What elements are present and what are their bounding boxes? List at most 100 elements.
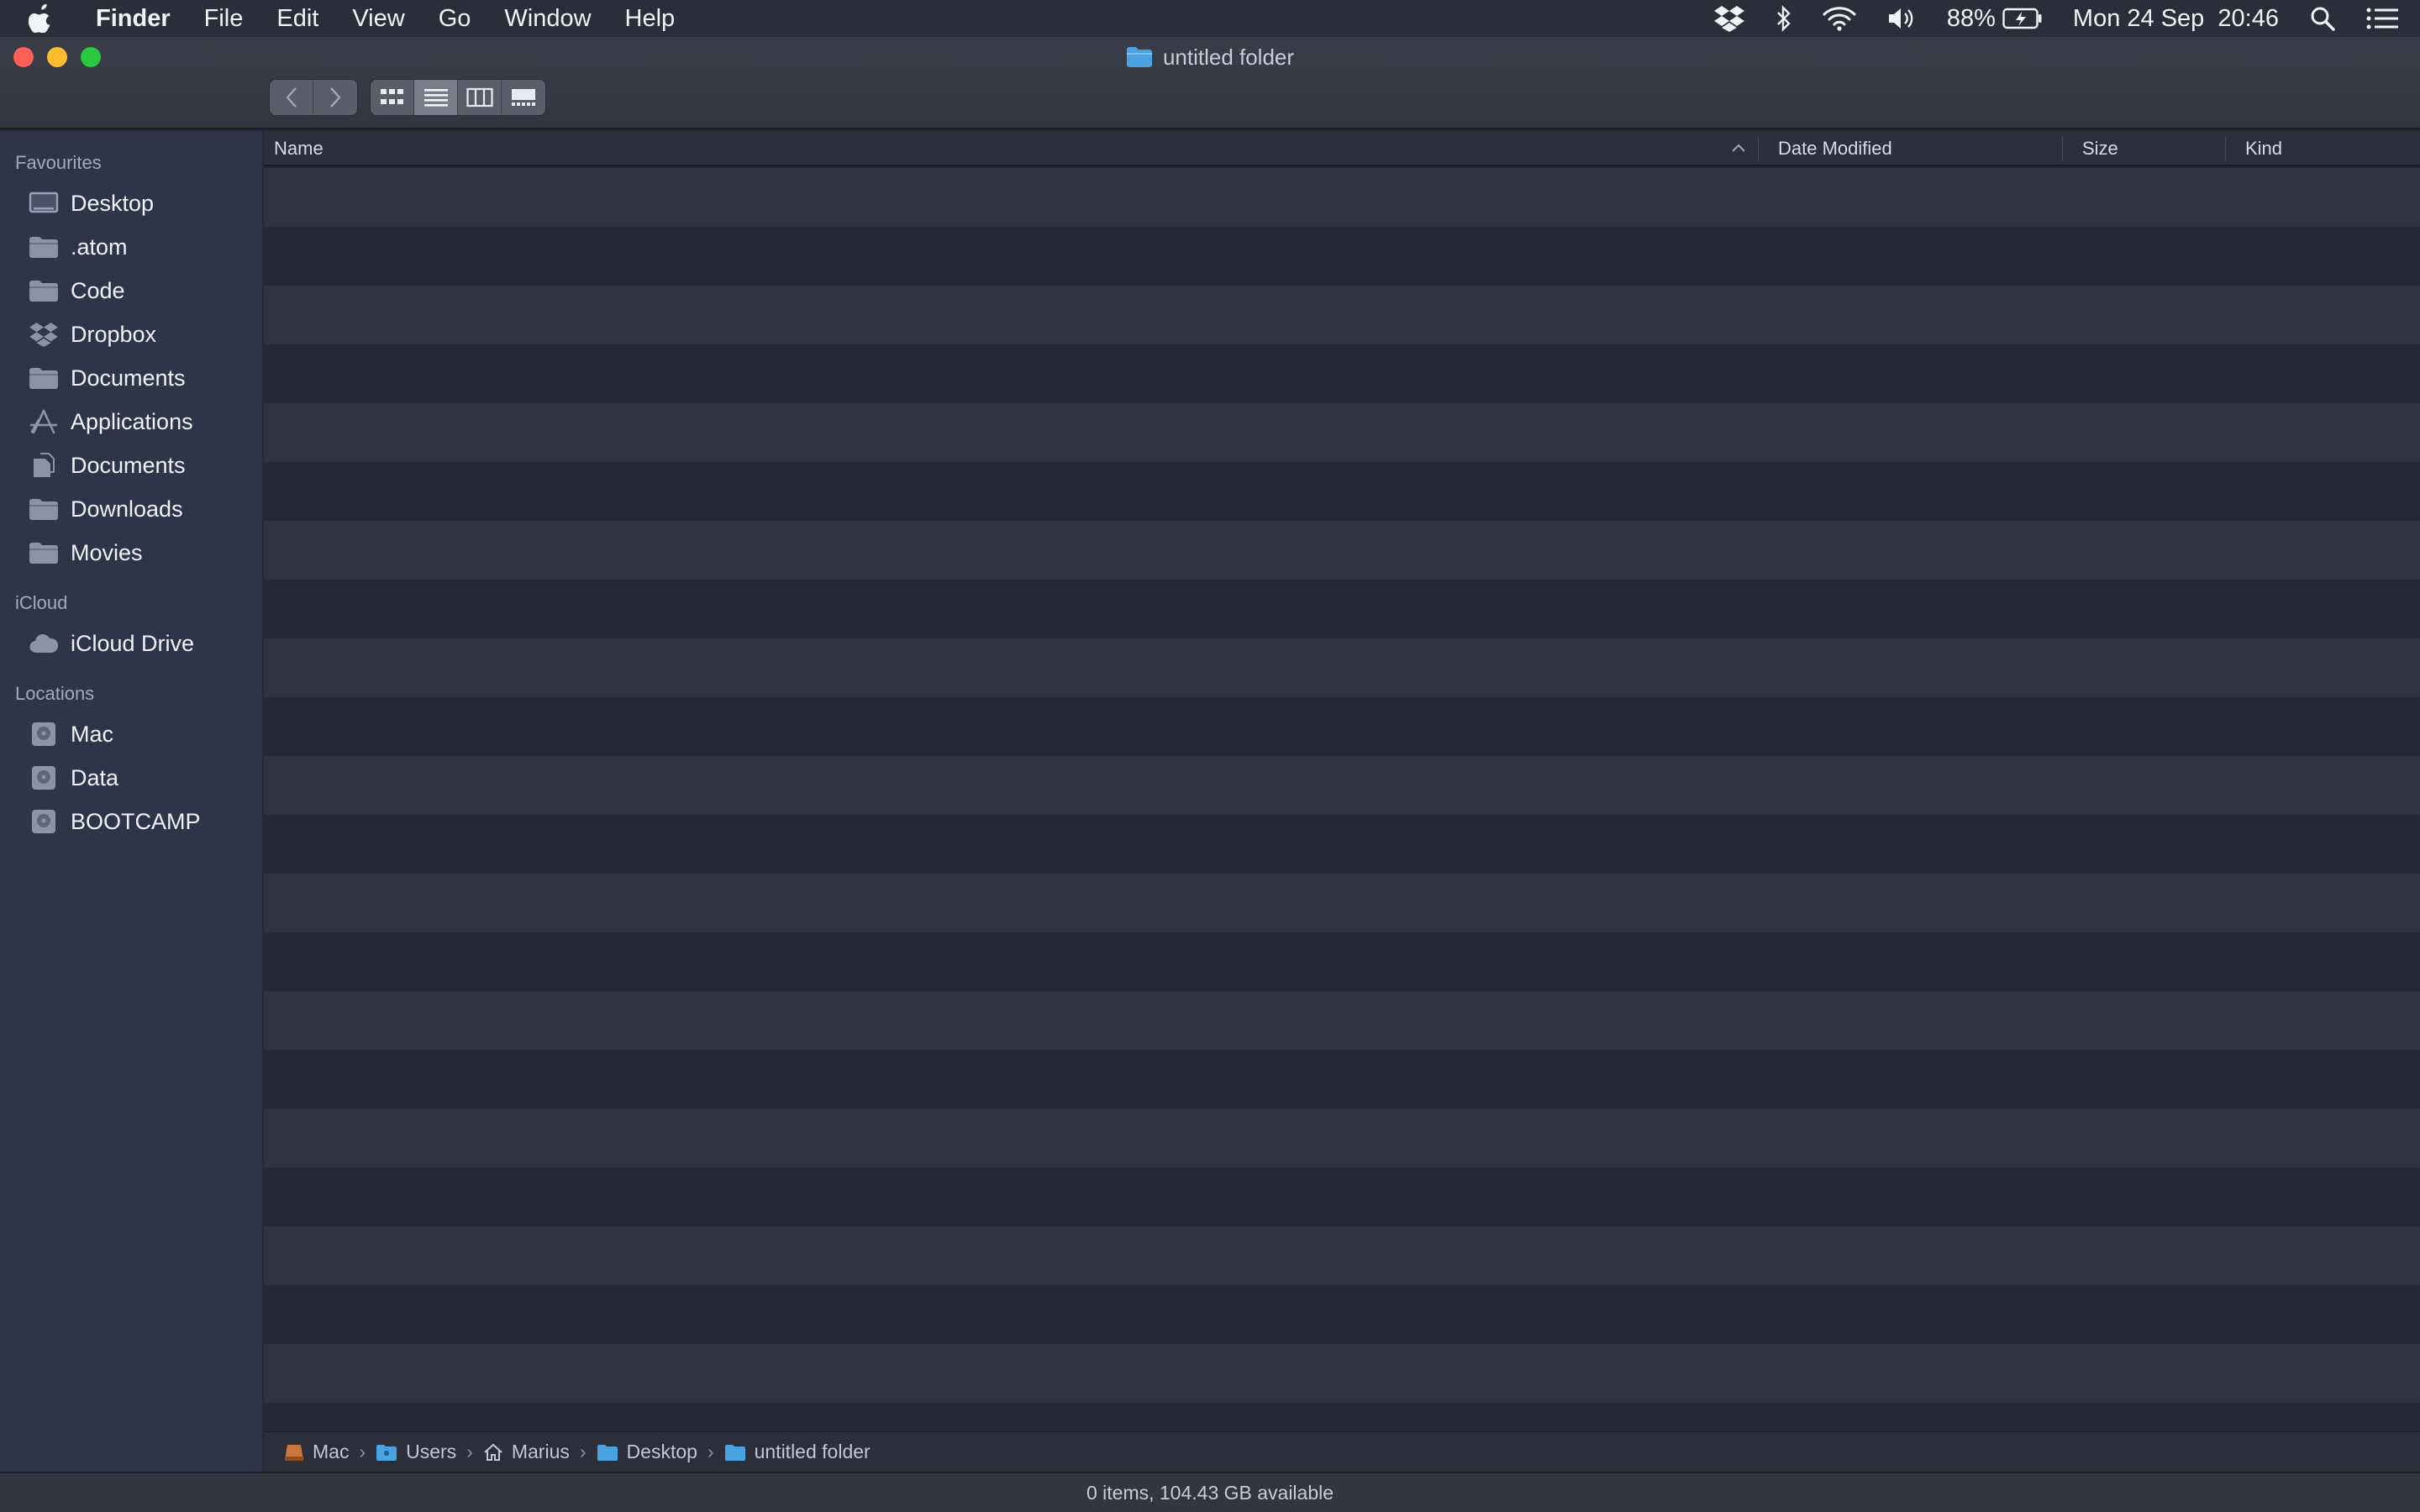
folder-icon (29, 234, 59, 260)
sidebar-item-label: Downloads (71, 496, 183, 522)
sidebar-item-downloads[interactable]: Downloads (0, 487, 262, 531)
sidebar-item-label: iCloud Drive (71, 630, 195, 656)
disk-icon (29, 722, 59, 747)
sidebar: Favourites Desktop .atom Code Dropbox Do… (0, 131, 262, 1475)
table-row (264, 1050, 2420, 1109)
column-size-label: Size (2082, 138, 2118, 159)
table-row (264, 521, 2420, 580)
table-row (264, 286, 2420, 344)
desktop-icon (29, 191, 59, 216)
sidebar-item-documents[interactable]: Documents (0, 356, 262, 400)
table-row (264, 932, 2420, 991)
sidebar-item-dropbox[interactable]: Dropbox (0, 312, 262, 356)
bluetooth-icon[interactable] (1776, 0, 1792, 37)
navigation-buttons (269, 79, 358, 116)
sidebar-item-mac[interactable]: Mac (0, 712, 262, 756)
disk-icon (29, 809, 59, 834)
battery-icon (2002, 8, 2042, 29)
table-row (264, 462, 2420, 521)
column-separator[interactable] (2225, 136, 2226, 161)
path-item-desktop[interactable]: Desktop (597, 1441, 697, 1463)
sort-ascending-icon[interactable] (1731, 142, 1746, 154)
table-row (264, 1285, 2420, 1344)
sidebar-item-code[interactable]: Code (0, 269, 262, 312)
file-list[interactable]: Name Date Modified Size Kind (264, 131, 2420, 1468)
menu-app-finder[interactable]: Finder (74, 0, 187, 37)
forward-button[interactable] (313, 80, 357, 115)
table-row (264, 991, 2420, 1050)
folder-icon (29, 278, 59, 303)
column-view-button[interactable] (458, 80, 502, 115)
column-kind-label: Kind (2245, 138, 2283, 159)
folder-icon (29, 365, 59, 391)
sidebar-item-label: Mac (71, 721, 114, 747)
menu-window[interactable]: Window (487, 0, 608, 37)
menu-file[interactable]: File (187, 0, 260, 37)
column-size[interactable]: Size (2072, 131, 2223, 166)
wifi-icon[interactable] (1823, 0, 1856, 37)
column-kind[interactable]: Kind (2235, 131, 2420, 166)
path-item-label: Users (406, 1441, 457, 1462)
icon-view-button[interactable] (371, 80, 414, 115)
apple-menu-icon[interactable] (29, 0, 74, 37)
path-item-marius[interactable]: Marius (483, 1441, 570, 1463)
title-bar: untitled folder (0, 37, 2420, 129)
sidebar-item-data[interactable]: Data (0, 756, 262, 800)
column-header: Name Date Modified Size Kind (264, 131, 2420, 166)
path-item-label: untitled folder (754, 1441, 871, 1462)
dropbox-status-icon[interactable] (1713, 0, 1745, 37)
column-date-modified[interactable]: Date Modified (1768, 131, 2070, 166)
column-separator[interactable] (2062, 136, 2063, 161)
folder-icon (376, 1444, 397, 1461)
menu-view[interactable]: View (335, 0, 421, 37)
column-name[interactable]: Name (264, 131, 1758, 166)
chevron-right-icon: › (359, 1441, 366, 1462)
menubar: Finder File Edit View Go Window Help 88%… (0, 0, 2420, 37)
table-row (264, 168, 2420, 227)
chevron-left-icon (285, 87, 297, 108)
applications-icon (29, 409, 59, 434)
path-item-mac[interactable]: Mac (284, 1441, 349, 1463)
path-bar: Mac › Users › Marius › Desktop › untitle… (264, 1431, 2420, 1472)
chevron-right-icon: › (466, 1441, 473, 1462)
sidebar-section-favourites: Favourites (15, 152, 102, 173)
path-item-users[interactable]: Users (376, 1441, 456, 1463)
sidebar-item-atom[interactable]: .atom (0, 225, 262, 269)
sidebar-item-applications[interactable]: Applications (0, 400, 262, 444)
sidebar-item-label: Documents (71, 452, 186, 478)
menu-go[interactable]: Go (422, 0, 488, 37)
window-title-text: untitled folder (1162, 44, 1295, 70)
list-view-button[interactable] (414, 80, 458, 115)
table-row (264, 874, 2420, 932)
chevron-right-icon (330, 87, 341, 108)
column-separator[interactable] (1758, 136, 1759, 161)
table-row (264, 403, 2420, 462)
sidebar-item-label: Data (71, 764, 119, 790)
sidebar-item-label: Desktop (71, 190, 155, 216)
menu-help[interactable]: Help (608, 0, 692, 37)
sidebar-item-desktop[interactable]: Desktop (0, 181, 262, 225)
column-name-label: Name (274, 138, 324, 159)
sidebar-item-documents-2[interactable]: Documents (0, 444, 262, 487)
clock[interactable]: Mon 24 Sep 20:46 (2073, 0, 2279, 37)
back-button[interactable] (270, 80, 313, 115)
gallery-view-button[interactable] (502, 80, 545, 115)
path-item-label: Marius (511, 1441, 570, 1462)
table-row (264, 1109, 2420, 1168)
table-row (264, 815, 2420, 874)
sidebar-item-label: Applications (71, 408, 193, 434)
sidebar-section-locations: Locations (15, 683, 95, 704)
sidebar-item-icloud-drive[interactable]: iCloud Drive (0, 622, 262, 665)
sidebar-item-bootcamp[interactable]: BOOTCAMP (0, 800, 262, 843)
notification-center-icon[interactable] (2366, 0, 2398, 37)
sidebar-section-icloud: iCloud (15, 592, 68, 613)
volume-icon[interactable] (1886, 0, 1917, 37)
menu-edit[interactable]: Edit (260, 0, 335, 37)
folder-icon (29, 496, 59, 522)
path-item-untitled-folder[interactable]: untitled folder (724, 1441, 871, 1463)
battery-status[interactable]: 88% (1947, 0, 2043, 37)
sidebar-item-movies[interactable]: Movies (0, 531, 262, 575)
chevron-right-icon: › (579, 1441, 587, 1462)
spotlight-search-icon[interactable] (2309, 0, 2336, 37)
window-title: untitled folder (0, 44, 2420, 71)
